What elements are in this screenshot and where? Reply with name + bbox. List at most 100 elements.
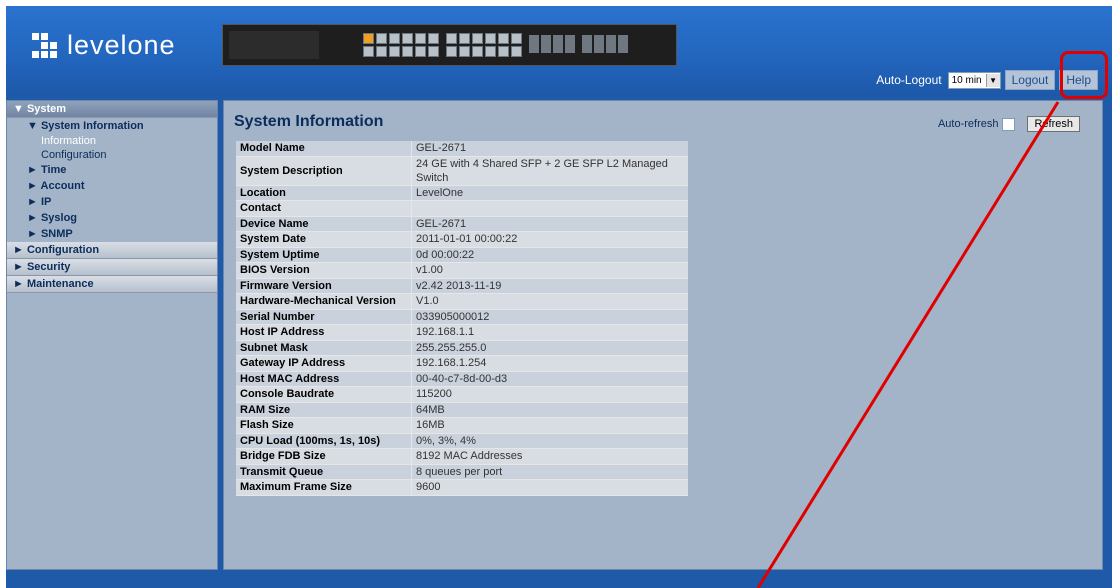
row-label: Bridge FDB Size xyxy=(236,449,411,465)
row-value xyxy=(411,201,688,217)
table-row: RAM Size 64MB xyxy=(236,402,688,418)
row-value: 2011-01-01 00:00:22 xyxy=(411,232,688,248)
row-label: Host MAC Address xyxy=(236,371,411,387)
row-value: 115200 xyxy=(411,387,688,403)
row-label: Maximum Frame Size xyxy=(236,480,411,496)
table-row: BIOS Version v1.00 xyxy=(236,263,688,279)
refresh-button[interactable]: Refresh xyxy=(1027,116,1080,132)
nav-configuration[interactable]: ► Configuration xyxy=(7,242,217,259)
row-value: 24 GE with 4 Shared SFP + 2 GE SFP L2 Ma… xyxy=(411,156,688,186)
table-row: Hardware-Mechanical Version V1.0 xyxy=(236,294,688,310)
table-row: System Date 2011-01-01 00:00:22 xyxy=(236,232,688,248)
table-row: Console Baudrate 115200 xyxy=(236,387,688,403)
logout-button[interactable]: Logout xyxy=(1004,70,1056,90)
row-value: 64MB xyxy=(411,402,688,418)
table-row: Contact xyxy=(236,201,688,217)
table-row: Model Name GEL-2671 xyxy=(236,141,688,157)
row-label: Gateway IP Address xyxy=(236,356,411,372)
row-label: System Uptime xyxy=(236,247,411,263)
sidebar-nav: ▼ System ▼ System Information Informatio… xyxy=(6,100,218,570)
device-faceplate xyxy=(229,31,319,59)
nav-syslog[interactable]: ► Syslog xyxy=(7,210,217,226)
row-value: GEL-2671 xyxy=(411,216,688,232)
auto-logout-value: 10 min xyxy=(951,74,982,86)
row-value: LevelOne xyxy=(411,185,688,201)
table-row: Subnet Mask 255.255.255.0 xyxy=(236,340,688,356)
row-label: Console Baudrate xyxy=(236,387,411,403)
nav-system-information[interactable]: ▼ System Information xyxy=(7,118,217,134)
table-row: System Description 24 GE with 4 Shared SF… xyxy=(236,156,688,186)
row-value: V1.0 xyxy=(411,294,688,310)
row-label: Firmware Version xyxy=(236,278,411,294)
footer-bar xyxy=(6,570,1112,588)
row-value: 192.168.1.1 xyxy=(411,325,688,341)
levelone-logo-icon xyxy=(32,33,57,58)
table-row: Gateway IP Address 192.168.1.254 xyxy=(236,356,688,372)
row-label: Hardware-Mechanical Version xyxy=(236,294,411,310)
row-value: GEL-2671 xyxy=(411,141,688,157)
row-value: 00-40-c7-8d-00-d3 xyxy=(411,371,688,387)
auto-refresh-checkbox[interactable] xyxy=(1002,117,1016,131)
row-value: 0%, 3%, 4% xyxy=(411,433,688,449)
row-label: RAM Size xyxy=(236,402,411,418)
nav-snmp[interactable]: ► SNMP xyxy=(7,226,217,242)
nav-configuration-leaf[interactable]: Configuration xyxy=(7,148,217,162)
row-value: v1.00 xyxy=(411,263,688,279)
row-label: BIOS Version xyxy=(236,263,411,279)
row-label: Model Name xyxy=(236,141,411,157)
row-value: 192.168.1.254 xyxy=(411,356,688,372)
row-label: Serial Number xyxy=(236,309,411,325)
table-row: Transmit Queue 8 queues per port xyxy=(236,464,688,480)
row-label: Transmit Queue xyxy=(236,464,411,480)
row-value: 9600 xyxy=(411,480,688,496)
table-row: Bridge FDB Size 8192 MAC Addresses xyxy=(236,449,688,465)
nav-account[interactable]: ► Account xyxy=(7,178,217,194)
table-row: Location LevelOne xyxy=(236,185,688,201)
table-row: Maximum Frame Size 9600 xyxy=(236,480,688,496)
app-frame: levelone Auto-Logout 10 min ▼ Logout Hel… xyxy=(6,6,1112,588)
table-row: Serial Number 033905000012 xyxy=(236,309,688,325)
main-content: System Information Auto-refresh Refresh … xyxy=(223,100,1103,570)
row-value: 8 queues per port xyxy=(411,464,688,480)
dropdown-arrow-icon: ▼ xyxy=(985,73,1000,87)
switch-device-icon xyxy=(222,24,677,66)
row-value: 16MB xyxy=(411,418,688,434)
row-label: Device Name xyxy=(236,216,411,232)
nav-security[interactable]: ► Security xyxy=(7,259,217,276)
table-row: Firmware Version v2.42 2013-11-19 xyxy=(236,278,688,294)
table-row: CPU Load (100ms, 1s, 10s) 0%, 3%, 4% xyxy=(236,433,688,449)
row-label: Host IP Address xyxy=(236,325,411,341)
table-row: Device Name GEL-2671 xyxy=(236,216,688,232)
row-value: v2.42 2013-11-19 xyxy=(411,278,688,294)
row-label: CPU Load (100ms, 1s, 10s) xyxy=(236,433,411,449)
row-value: 033905000012 xyxy=(411,309,688,325)
row-value: 0d 00:00:22 xyxy=(411,247,688,263)
nav-information[interactable]: Information xyxy=(7,134,217,148)
auto-logout-select[interactable]: 10 min ▼ xyxy=(947,71,1001,89)
brand-name: levelone xyxy=(67,30,176,60)
nav-maintenance[interactable]: ► Maintenance xyxy=(7,276,217,293)
auto-logout-label: Auto-Logout xyxy=(876,73,942,87)
row-label: Location xyxy=(236,185,411,201)
row-label: Flash Size xyxy=(236,418,411,434)
auto-refresh-control: Auto-refresh Refresh xyxy=(938,116,1080,132)
nav-system[interactable]: ▼ System xyxy=(7,101,217,118)
table-row: System Uptime 0d 00:00:22 xyxy=(236,247,688,263)
device-ports xyxy=(363,33,632,57)
row-label: System Description xyxy=(236,156,411,186)
table-row: Flash Size 16MB xyxy=(236,418,688,434)
nav-time[interactable]: ► Time xyxy=(7,162,217,178)
auto-refresh-label: Auto-refresh xyxy=(937,118,999,130)
row-label: Contact xyxy=(236,201,411,217)
system-info-table: Model Name GEL-2671 System Description 24 G… xyxy=(236,141,688,496)
row-value: 8192 MAC Addresses xyxy=(411,449,688,465)
brand-logo: levelone xyxy=(32,30,176,61)
nav-ip[interactable]: ► IP xyxy=(7,194,217,210)
table-row: Host MAC Address 00-40-c7-8d-00-d3 xyxy=(236,371,688,387)
table-row: Host IP Address 192.168.1.1 xyxy=(236,325,688,341)
row-label: System Date xyxy=(236,232,411,248)
page-title: System Information xyxy=(234,113,384,130)
header-bar: levelone Auto-Logout 10 min ▼ Logout Hel… xyxy=(6,6,1112,99)
row-value: 255.255.255.0 xyxy=(411,340,688,356)
help-annotation-box xyxy=(1060,51,1108,99)
